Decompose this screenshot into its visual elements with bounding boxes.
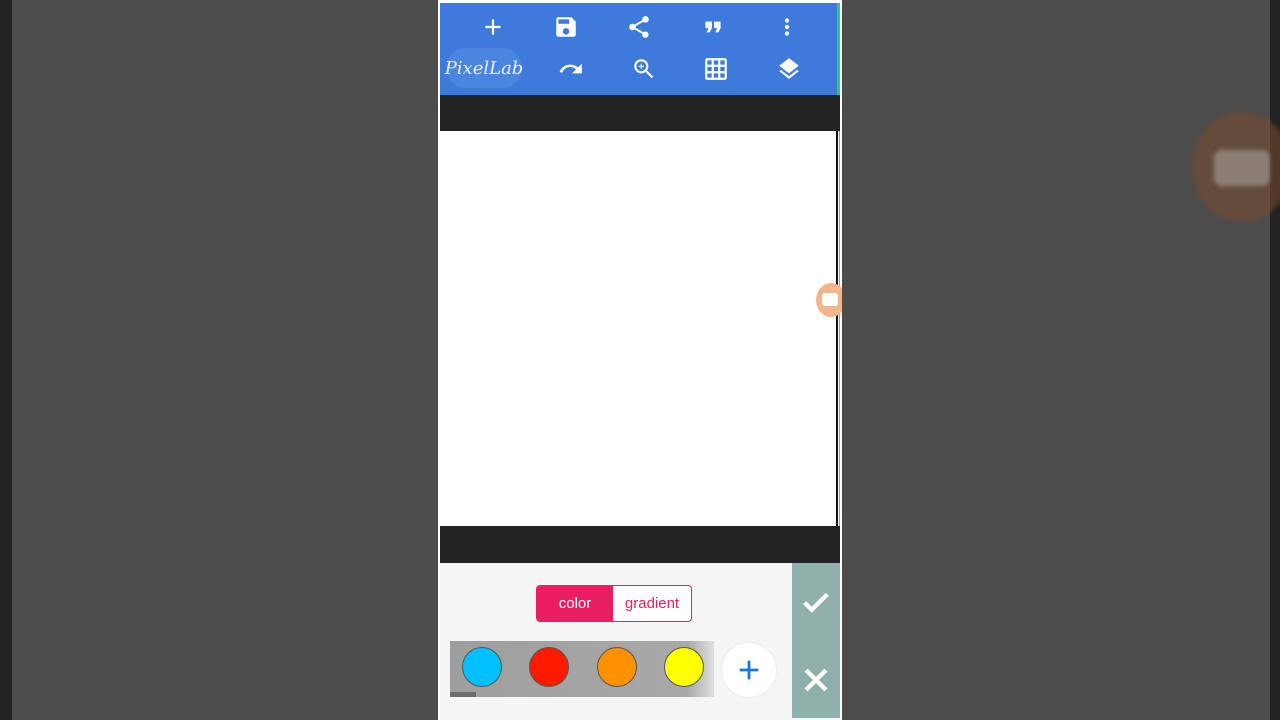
add-color-button[interactable]: [722, 643, 776, 697]
confirm-button[interactable]: [792, 567, 840, 637]
top-toolbar: PixelLab: [440, 3, 840, 95]
swatch-red[interactable]: [529, 647, 569, 687]
phone-screen: PixelLab color gradient: [438, 0, 842, 720]
action-panel: [792, 563, 840, 718]
zoom-in-icon[interactable]: [622, 49, 666, 89]
drawing-canvas[interactable]: [443, 131, 838, 526]
logo-text: PixelLab: [444, 57, 524, 79]
canvas-edge: [839, 131, 840, 526]
save-icon[interactable]: [544, 7, 588, 47]
camera-icon: [1214, 150, 1270, 186]
swatch-scrollbar[interactable]: [450, 692, 476, 697]
camera-icon: [822, 293, 838, 306]
grid-icon[interactable]: [694, 49, 738, 89]
cancel-button[interactable]: [792, 645, 840, 715]
gradient-tab[interactable]: gradient: [613, 586, 691, 621]
pixellab-logo[interactable]: PixelLab: [444, 48, 524, 88]
check-icon: [803, 592, 829, 613]
add-icon[interactable]: [471, 7, 515, 47]
color-swatch-list[interactable]: [450, 641, 714, 697]
plus-icon: [739, 660, 759, 680]
undo-icon[interactable]: [549, 49, 593, 89]
swatch-yellow[interactable]: [664, 647, 704, 687]
fill-mode-toggle: color gradient: [536, 585, 692, 622]
quote-icon[interactable]: [691, 7, 735, 47]
share-icon[interactable]: [617, 7, 661, 47]
screen-record-bubble-blurred: [1192, 112, 1280, 222]
right-edge: [1270, 0, 1280, 720]
left-edge: [0, 0, 12, 720]
canvas-bottom-margin: [440, 526, 840, 563]
color-tab[interactable]: color: [537, 586, 613, 621]
close-icon: [804, 668, 828, 692]
swatch-orange[interactable]: [597, 647, 637, 687]
color-panel: color gradient: [440, 563, 840, 720]
more-vert-icon[interactable]: [765, 7, 809, 47]
layers-icon[interactable]: [767, 49, 811, 89]
toolbar-edge: [837, 3, 840, 95]
screen-record-bubble[interactable]: [816, 283, 842, 317]
swatch-cyan[interactable]: [462, 647, 502, 687]
canvas-top-margin: [440, 95, 840, 131]
